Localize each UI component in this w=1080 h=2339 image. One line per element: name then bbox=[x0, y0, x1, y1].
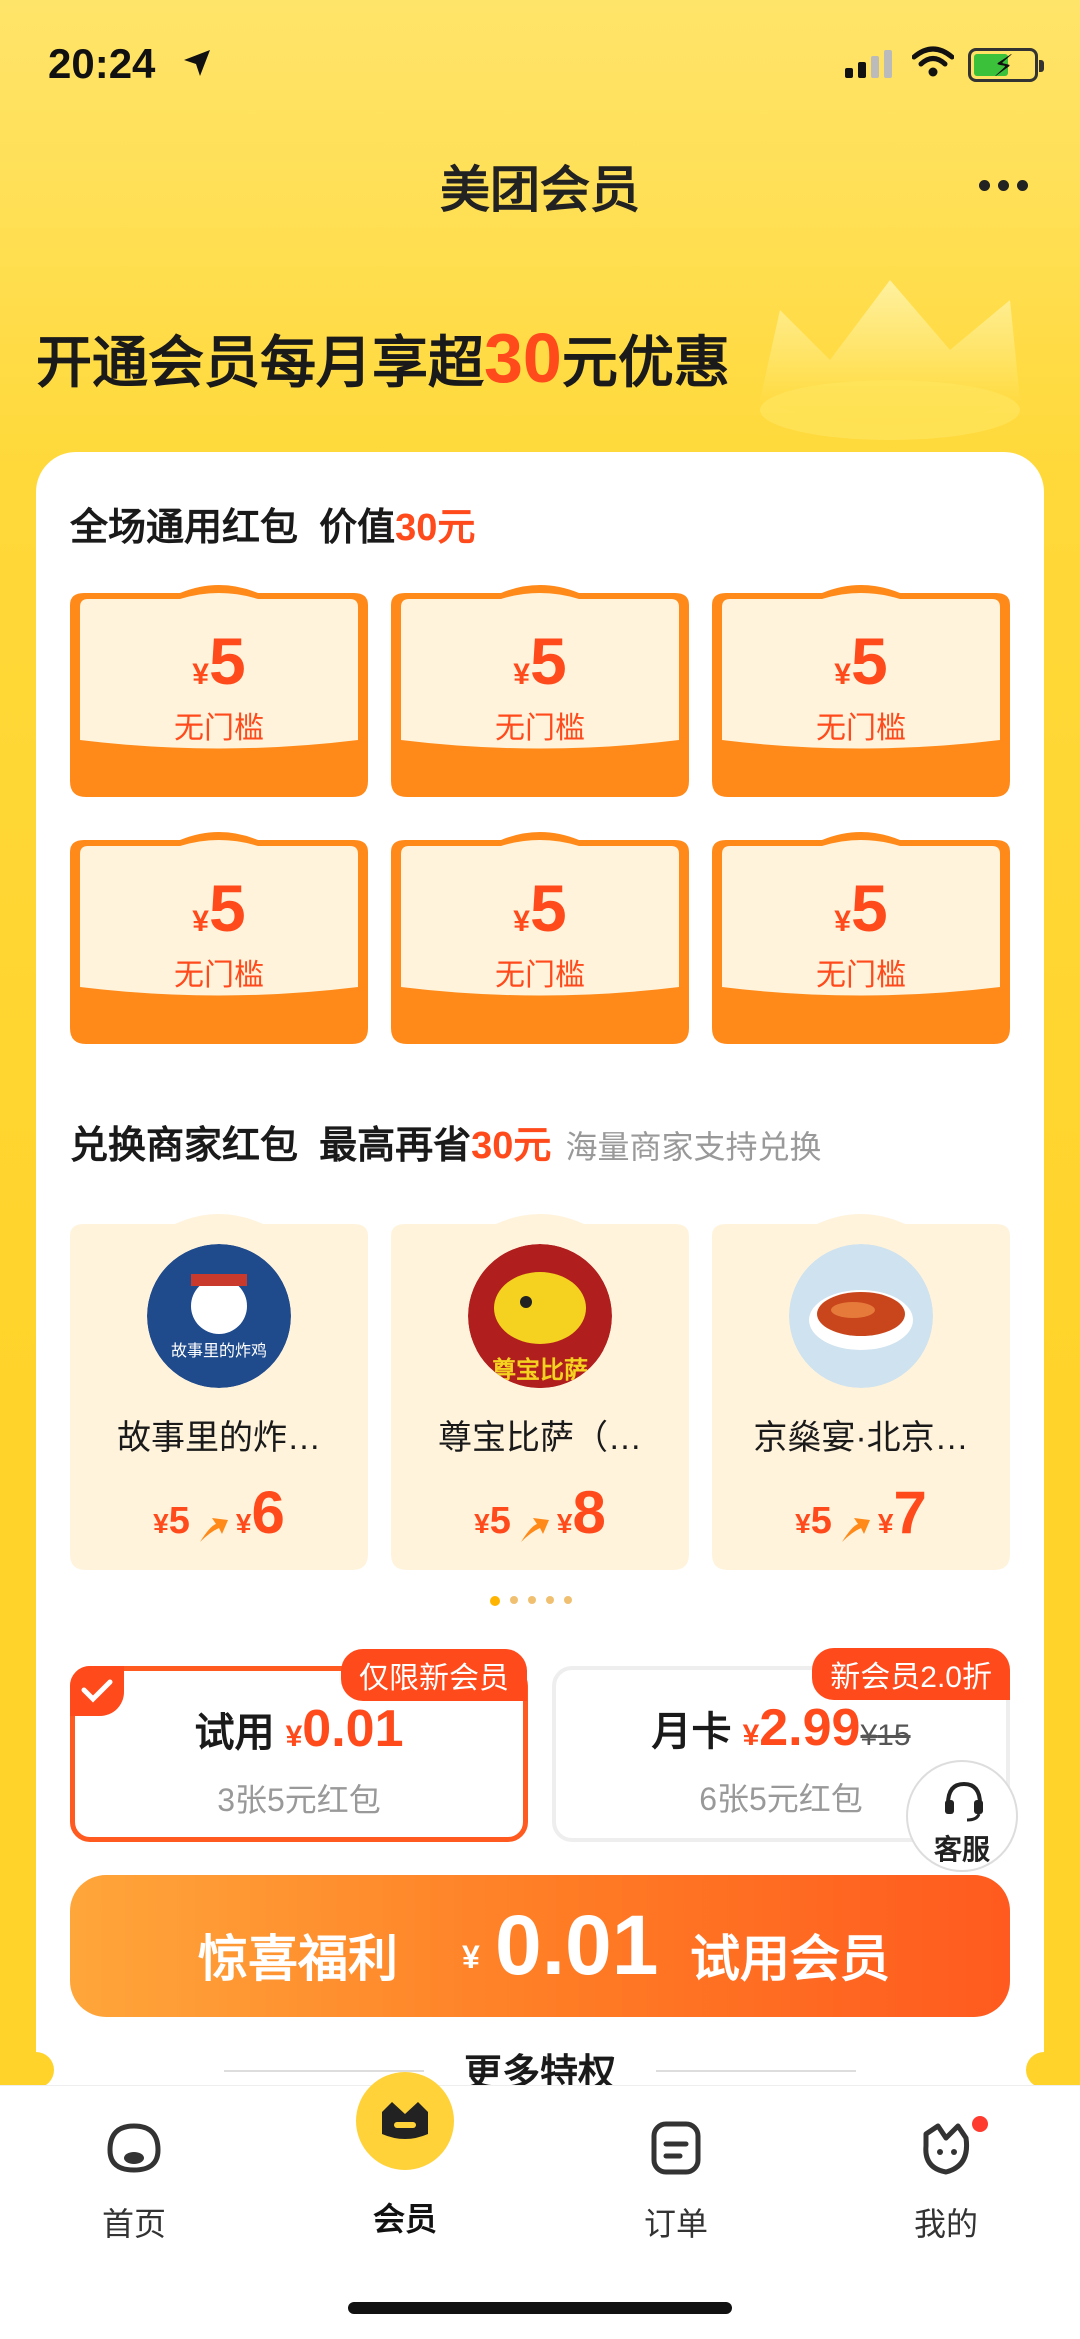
join-member-button[interactable]: 惊喜福利 ¥ 0.01 试用会员 bbox=[70, 1875, 1010, 2017]
home-indicator bbox=[348, 2302, 732, 2314]
tab-home[interactable]: 首页 bbox=[44, 2116, 224, 2245]
price-upgrade: ¥5 ¥6 bbox=[153, 1479, 285, 1546]
plan-trial-option[interactable]: 仅限新会员 试用 ¥0.01 3张5元红包 bbox=[70, 1649, 528, 1842]
status-bar: 20:24 ⚡ bbox=[0, 0, 1080, 130]
upgrade-arrow-icon bbox=[841, 1517, 870, 1542]
svg-text:故事里的炸鸡: 故事里的炸鸡 bbox=[171, 1341, 267, 1360]
more-options-icon[interactable] bbox=[979, 180, 1028, 191]
plan-badge: 仅限新会员 bbox=[341, 1649, 527, 1701]
headset-icon bbox=[945, 1781, 983, 1822]
merchant-logo bbox=[789, 1244, 933, 1388]
merchant-logo: 尊宝比萨 bbox=[468, 1244, 612, 1388]
location-arrow-icon bbox=[184, 50, 210, 76]
price-upgrade: ¥5 ¥8 bbox=[474, 1479, 606, 1546]
merchant-card[interactable]: 京燊宴·北京… ¥5 ¥7 bbox=[712, 1210, 1010, 1570]
tab-profile[interactable]: 我的 bbox=[856, 2116, 1036, 2245]
home-icon bbox=[107, 2123, 161, 2173]
price-upgrade: ¥5 ¥7 bbox=[795, 1479, 927, 1546]
profile-icon bbox=[923, 2123, 970, 2175]
plan-badge: 新会员2.0折 bbox=[812, 1648, 1010, 1700]
signal-icon bbox=[845, 50, 892, 78]
battery-icon: ⚡ bbox=[968, 48, 1044, 83]
coupon-card: ¥5 无门槛 bbox=[712, 832, 1010, 1044]
merchant-logo: 故事里的炸鸡 bbox=[147, 1244, 291, 1388]
status-time: 20:24 bbox=[48, 40, 156, 87]
page-title: 美团会员 bbox=[440, 162, 640, 218]
upgrade-arrow-icon bbox=[199, 1517, 228, 1542]
member-icon[interactable] bbox=[356, 2072, 454, 2170]
customer-service-button[interactable]: 客服 bbox=[906, 1760, 1018, 1872]
notification-dot bbox=[972, 2116, 988, 2132]
universal-coupon-title: 全场通用红包 价值30元 bbox=[70, 507, 476, 549]
coupon-card: ¥5 无门槛 bbox=[712, 585, 1010, 797]
wifi-icon bbox=[912, 46, 954, 77]
hero-headline: 开通会员每月享超30元优惠 bbox=[36, 319, 730, 397]
merchant-card[interactable]: 故事里的炸鸡 故事里的炸… ¥5 ¥6 bbox=[70, 1210, 368, 1570]
crown-illustration bbox=[760, 280, 1020, 440]
merchant-coupon-title: 兑换商家红包 最高再省30元 海量商家支持兑换 bbox=[70, 1125, 822, 1167]
upgrade-arrow-icon bbox=[520, 1517, 549, 1542]
order-icon bbox=[651, 2121, 701, 2175]
tab-bar: 首页 会员 订单 我的 bbox=[0, 2085, 1080, 2339]
coupon-card: ¥5 无门槛 bbox=[391, 585, 689, 797]
tab-orders[interactable]: 订单 bbox=[586, 2116, 766, 2245]
coupon-card: ¥5 无门槛 bbox=[70, 832, 368, 1044]
merchant-card[interactable]: 尊宝比萨 尊宝比萨（… ¥5 ¥8 bbox=[391, 1210, 689, 1570]
carousel-indicator bbox=[490, 1596, 572, 1606]
coupon-card: ¥5 无门槛 bbox=[391, 832, 689, 1044]
coupon-card: ¥5 无门槛 bbox=[70, 585, 368, 797]
